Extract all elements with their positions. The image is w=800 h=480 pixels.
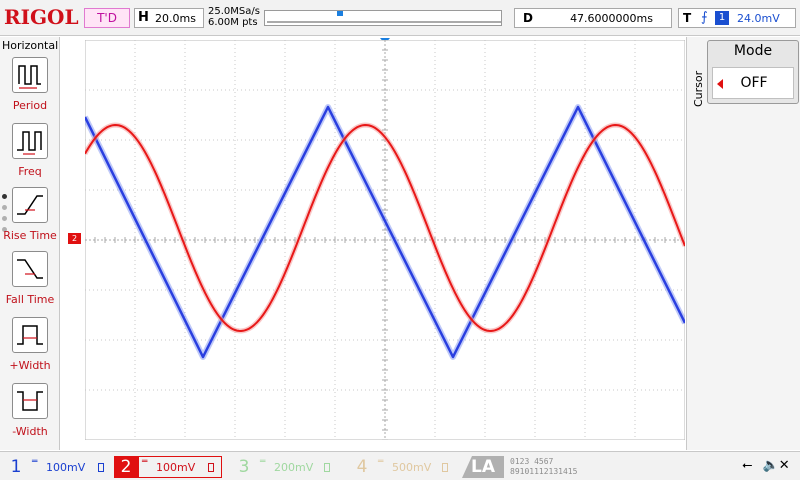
cursor-mode-value: OFF (740, 75, 768, 91)
waveform-display[interactable] (82, 39, 688, 441)
trigger-source: 1 (715, 11, 729, 25)
freq-icon (12, 123, 48, 159)
trigger-status-badge: T'D (84, 8, 130, 28)
usb-icon: ⭠ (742, 458, 753, 473)
ch2-coupling-icon: ═ (142, 457, 148, 467)
sound-muted-icon[interactable]: 🔈✕ (763, 458, 790, 473)
positive-width-icon (12, 317, 48, 353)
logic-analyzer-status[interactable]: LA 0123 4567 89101112131415 (462, 456, 622, 478)
horizontal-timebase-box[interactable]: H 20.0ms (134, 8, 204, 28)
ch4-bandwidth-icon (442, 463, 448, 472)
measure-fall-time-button[interactable]: Fall Time (0, 251, 60, 315)
measure-positive-width-button[interactable]: +Width (0, 317, 60, 381)
freq-label: Freq (18, 165, 42, 178)
channel-status-bar: 1 ═ 100mV 2 ═ 100mV 3 ═ 200mV 4 ═ 500mV … (0, 451, 800, 480)
negative-width-icon (12, 383, 48, 419)
delay-value: 47.6000000ms (570, 12, 653, 25)
memory-waveform-icon (267, 11, 501, 23)
ch1-status[interactable]: 1 ═ 100mV (4, 456, 108, 478)
rigol-logo: RIGOL (4, 5, 79, 29)
ch3-bandwidth-icon (324, 463, 330, 472)
ch3-number: 3 (238, 457, 250, 477)
rise-time-label: Rise Time (3, 229, 57, 242)
ch4-scale: 500mV (392, 461, 432, 474)
measurement-category-title: Horizontal (2, 39, 59, 52)
horizontal-label: H (138, 10, 149, 25)
ch1-bandwidth-icon (98, 463, 104, 472)
cursor-menu: Cursor Mode OFF (686, 37, 800, 450)
ch2-number: 2 (114, 456, 138, 478)
ch4-number: 4 (356, 457, 368, 477)
ch1-scale: 100mV (46, 461, 86, 474)
measure-freq-button[interactable]: Freq (0, 123, 60, 187)
trigger-level: 24.0mV (737, 12, 780, 25)
measure-negative-width-button[interactable]: -Width (0, 383, 60, 447)
la-bits-bottom: 89101112131415 (510, 467, 578, 476)
timebase-value: 20.0ms (155, 12, 196, 25)
ch2-offset-marker[interactable]: 2 (68, 233, 81, 244)
ch1-coupling-icon: ═ (32, 457, 38, 467)
delay-label: D (523, 11, 533, 25)
positive-width-label: +Width (9, 359, 51, 372)
cursor-mode-value-box: OFF (712, 67, 794, 99)
sample-info: 25.0MSa/s 6.00M pts (208, 6, 260, 28)
la-label: LA (462, 456, 504, 478)
cursor-mode-softkey[interactable]: Mode OFF (707, 40, 799, 104)
memory-overview-strip[interactable] (264, 10, 502, 26)
fall-time-label: Fall Time (5, 293, 55, 306)
top-status-bar: RIGOL T'D H 20.0ms 25.0MSa/s 6.00M pts D… (0, 0, 800, 36)
ch2-bandwidth-icon (208, 463, 214, 472)
ch4-status[interactable]: 4 ═ 500mV (350, 456, 454, 478)
memory-depth: 6.00M pts (208, 17, 258, 28)
sample-rate: 25.0MSa/s (208, 6, 260, 17)
rise-time-icon (12, 187, 48, 223)
measure-period-button[interactable]: Period (0, 57, 60, 121)
ch2-status[interactable]: 2 ═ 100mV (114, 456, 222, 478)
ch3-coupling-icon: ═ (260, 457, 266, 467)
trigger-label: T (683, 11, 692, 25)
system-icons: ⭠ 🔈✕ (742, 458, 796, 473)
ch4-coupling-icon: ═ (378, 457, 384, 467)
ch3-status[interactable]: 3 ═ 200mV (232, 456, 336, 478)
rising-edge-icon: ⨍ (701, 10, 708, 25)
trigger-settings-box[interactable]: T ⨍ 1 24.0mV (678, 8, 796, 28)
period-icon (12, 57, 48, 93)
ch1-number: 1 (10, 457, 22, 477)
horizontal-delay-box[interactable]: D 47.6000000ms (514, 8, 672, 28)
ch2-scale: 100mV (156, 461, 196, 474)
la-bits-top: 0123 4567 (510, 457, 554, 466)
cursor-mode-label: Mode (733, 43, 773, 59)
ch3-scale: 200mV (274, 461, 314, 474)
period-label: Period (12, 99, 48, 112)
measurement-panel: Horizontal Period Freq Rise Time Fall Ti… (0, 37, 60, 450)
la-bits: 0123 4567 89101112131415 (510, 457, 577, 477)
waveform-grid (82, 39, 688, 441)
menu-title: Cursor (692, 70, 705, 107)
negative-width-label: -Width (12, 425, 48, 438)
fall-time-icon (12, 251, 48, 287)
measure-rise-time-button[interactable]: Rise Time (0, 187, 60, 251)
